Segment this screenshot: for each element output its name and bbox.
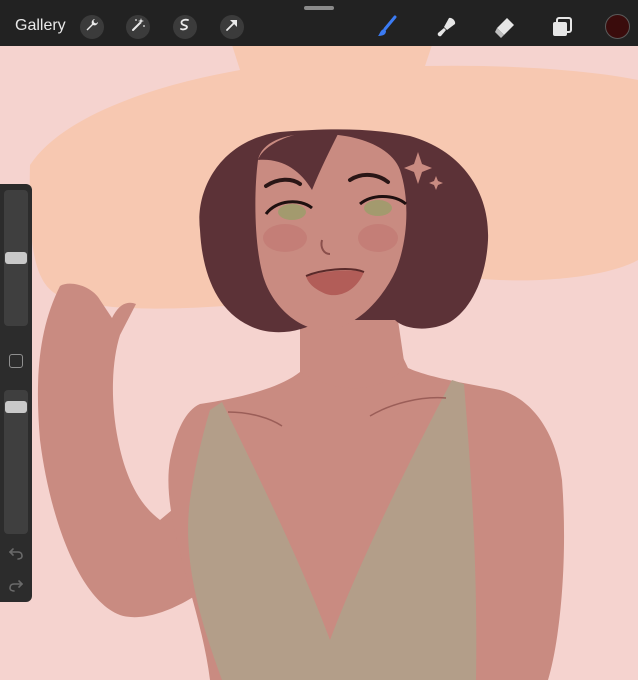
- magic-wand-icon: [130, 17, 146, 38]
- modifier-button[interactable]: [9, 354, 23, 368]
- redo-icon: [8, 579, 24, 596]
- actions-button[interactable]: [80, 15, 104, 39]
- wrench-icon: [84, 17, 100, 38]
- eraser-button[interactable]: [492, 14, 518, 40]
- artwork-canvas[interactable]: [0, 0, 638, 680]
- transform-arrow-icon: [224, 17, 240, 38]
- brush-size-slider[interactable]: [4, 190, 28, 326]
- brush-icon: [374, 15, 400, 44]
- adjustments-button[interactable]: [126, 15, 150, 39]
- selection-button[interactable]: [173, 15, 197, 39]
- grabber-handle[interactable]: [304, 6, 334, 10]
- selection-icon: [177, 17, 193, 38]
- layers-icon: [549, 17, 575, 44]
- smudge-icon: [434, 17, 460, 44]
- redo-button[interactable]: [8, 578, 24, 592]
- layers-button[interactable]: [549, 14, 575, 40]
- smudge-button[interactable]: [434, 14, 460, 40]
- brush-size-thumb[interactable]: [5, 252, 27, 264]
- left-sidebar: [0, 184, 32, 602]
- transform-button[interactable]: [220, 15, 244, 39]
- opacity-thumb[interactable]: [5, 400, 27, 413]
- eraser-icon: [492, 18, 518, 44]
- color-picker-button[interactable]: [605, 14, 630, 39]
- undo-button[interactable]: [8, 546, 24, 560]
- gallery-button[interactable]: Gallery: [15, 17, 66, 35]
- top-toolbar: Gallery: [0, 0, 638, 46]
- opacity-slider[interactable]: [4, 390, 28, 534]
- undo-icon: [8, 547, 24, 564]
- brush-button[interactable]: [374, 14, 400, 40]
